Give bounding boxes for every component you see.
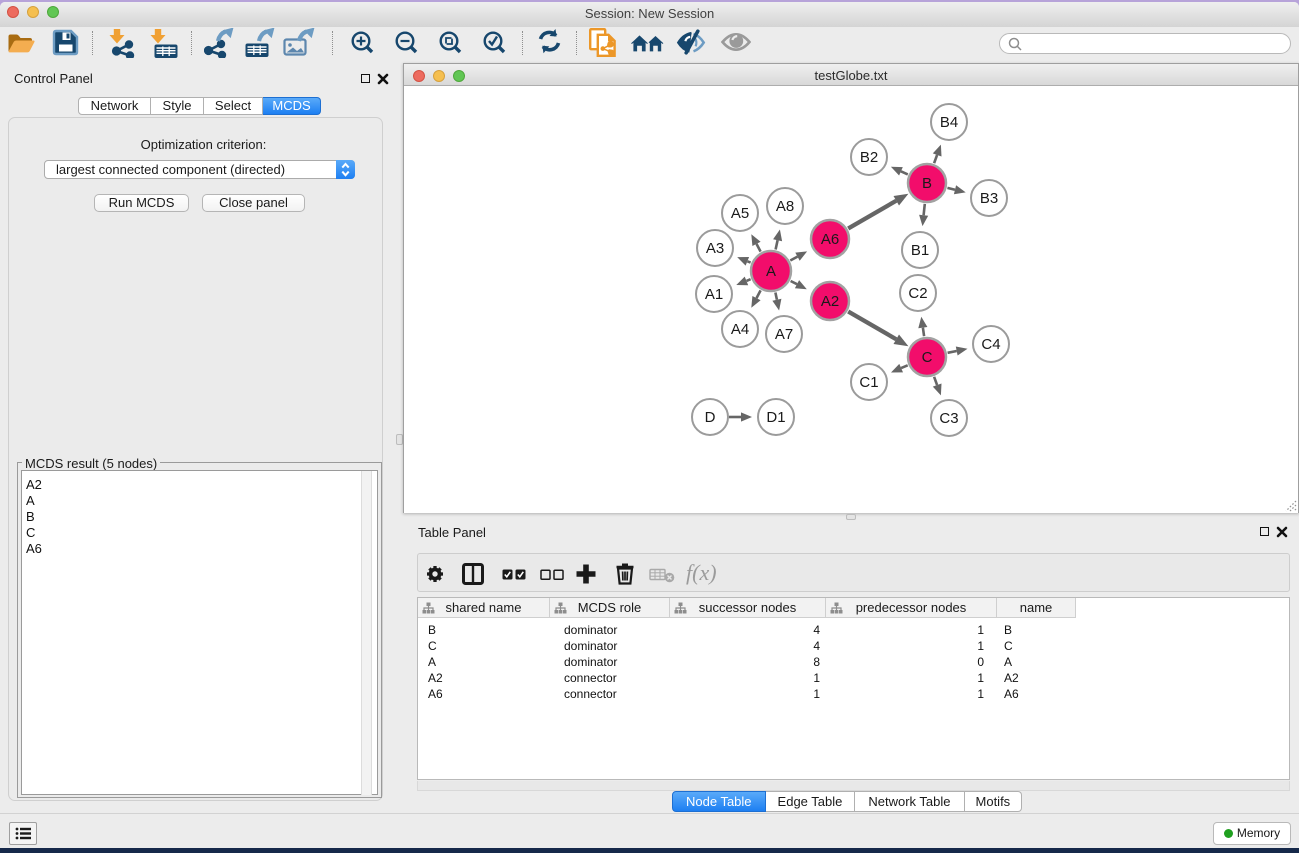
svg-text:D: D	[705, 409, 716, 426]
svg-text:A2: A2	[821, 293, 839, 310]
svg-text:A3: A3	[706, 240, 724, 257]
svg-text:B: B	[922, 175, 932, 192]
svg-text:B2: B2	[860, 149, 878, 166]
svg-text:A7: A7	[775, 326, 793, 343]
svg-text:A6: A6	[821, 231, 839, 248]
svg-text:A1: A1	[705, 286, 723, 303]
svg-text:A8: A8	[776, 198, 794, 215]
svg-text:B1: B1	[911, 242, 929, 259]
svg-text:A4: A4	[731, 321, 749, 338]
svg-text:C4: C4	[981, 336, 1000, 353]
svg-text:C3: C3	[939, 410, 958, 427]
svg-text:A: A	[766, 263, 776, 280]
svg-text:A5: A5	[731, 205, 749, 222]
svg-text:C: C	[922, 349, 933, 366]
svg-text:B4: B4	[940, 114, 958, 131]
svg-text:C1: C1	[859, 374, 878, 391]
svg-text:D1: D1	[766, 409, 785, 426]
svg-text:C2: C2	[908, 285, 927, 302]
svg-text:B3: B3	[980, 190, 998, 207]
